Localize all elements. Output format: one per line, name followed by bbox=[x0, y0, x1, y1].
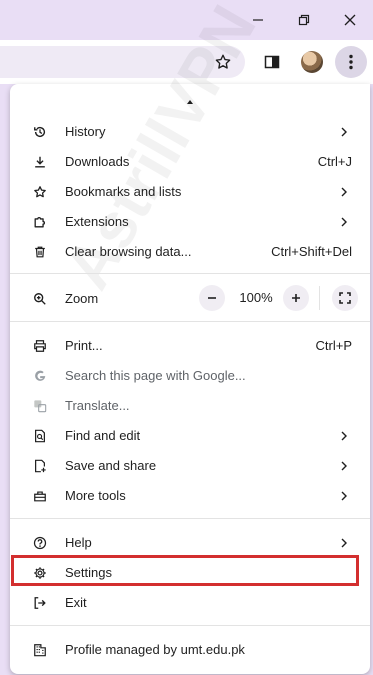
fullscreen-button[interactable] bbox=[332, 285, 358, 311]
chevron-right-icon bbox=[338, 430, 350, 442]
menu-item-label: Profile managed by umt.edu.pk bbox=[65, 642, 245, 657]
zoom-label: Zoom bbox=[65, 291, 99, 306]
separator bbox=[10, 273, 370, 274]
chevron-right-icon bbox=[338, 490, 350, 502]
menu-item-label: More tools bbox=[65, 488, 126, 503]
help-icon bbox=[32, 535, 48, 551]
more-vertical-icon bbox=[349, 54, 353, 70]
chrome-menu: AstrillVPN History Downloads Ctrl+J Book… bbox=[10, 0, 370, 674]
printer-icon bbox=[32, 338, 48, 354]
minus-icon bbox=[208, 297, 216, 299]
history-icon bbox=[32, 124, 48, 140]
restore-button[interactable] bbox=[290, 8, 318, 32]
trash-icon bbox=[32, 244, 48, 260]
building-icon bbox=[32, 642, 48, 658]
separator bbox=[10, 518, 370, 519]
restore-icon bbox=[298, 14, 310, 26]
settings-highlight-box bbox=[11, 555, 359, 586]
menu-item-search-page: Search this page with Google... bbox=[10, 361, 370, 391]
chevron-right-icon bbox=[338, 126, 350, 138]
menu-item-label: Translate... bbox=[65, 398, 130, 413]
menu-item-label: Save and share bbox=[65, 458, 157, 473]
menu-item-label: Clear browsing data... bbox=[65, 244, 192, 259]
menu-item-help[interactable]: Help bbox=[10, 528, 370, 558]
minimize-icon bbox=[253, 19, 263, 21]
save-icon bbox=[32, 458, 48, 474]
minimize-button[interactable] bbox=[244, 8, 272, 32]
bookmark-star-button[interactable] bbox=[207, 46, 239, 78]
zoom-icon bbox=[32, 291, 48, 307]
chevron-right-icon bbox=[338, 186, 350, 198]
menu-item-label: Bookmarks and lists bbox=[65, 184, 182, 199]
menu-item-label: Exit bbox=[65, 595, 87, 610]
zoom-level: 100% bbox=[239, 290, 273, 305]
menu-item-label: Extensions bbox=[65, 214, 129, 229]
menu-item-label: Search this page with Google... bbox=[65, 368, 246, 383]
menu-item-more-tools[interactable]: More tools bbox=[10, 481, 370, 511]
separator bbox=[10, 321, 370, 322]
shortcut-label: Ctrl+J bbox=[317, 154, 352, 169]
side-panel-button[interactable] bbox=[256, 46, 288, 78]
menu-item-exit[interactable]: Exit bbox=[10, 588, 370, 618]
title-bar bbox=[0, 0, 373, 40]
menu-item-label: Find and edit bbox=[65, 428, 141, 443]
exit-icon bbox=[32, 595, 48, 611]
toolbar bbox=[0, 40, 373, 84]
close-icon bbox=[344, 14, 356, 26]
menu-item-translate: Translate... bbox=[10, 391, 370, 421]
chevron-right-icon bbox=[338, 460, 350, 472]
translate-icon bbox=[32, 398, 48, 414]
menu-item-save-and-share[interactable]: Save and share bbox=[10, 451, 370, 481]
zoom-in-button[interactable] bbox=[283, 285, 309, 311]
fullscreen-icon bbox=[339, 292, 351, 304]
separator bbox=[10, 625, 370, 626]
menu-item-bookmarks[interactable]: Bookmarks and lists bbox=[10, 177, 370, 207]
download-icon bbox=[32, 154, 48, 170]
menu-item-clear-browsing-data[interactable]: Clear browsing data... Ctrl+Shift+Del bbox=[10, 237, 370, 267]
shortcut-label: Ctrl+Shift+Del bbox=[271, 244, 352, 259]
menu-item-print[interactable]: Print... Ctrl+P bbox=[10, 331, 370, 361]
toolbox-icon bbox=[32, 488, 48, 504]
menu-item-label: Print... bbox=[65, 338, 103, 353]
profile-button[interactable] bbox=[296, 46, 328, 78]
menu-item-label: Help bbox=[65, 535, 92, 550]
menu-item-label: Downloads bbox=[65, 154, 130, 169]
plus-icon bbox=[292, 294, 300, 302]
menu-item-history[interactable]: History bbox=[10, 117, 370, 147]
find-icon bbox=[32, 428, 48, 444]
zoom-divider bbox=[319, 286, 320, 310]
menu-item-extensions[interactable]: Extensions bbox=[10, 207, 370, 237]
menu-item-downloads[interactable]: Downloads Ctrl+J bbox=[10, 147, 370, 177]
avatar bbox=[301, 51, 323, 73]
zoom-out-button[interactable] bbox=[199, 285, 225, 311]
google-icon bbox=[32, 368, 48, 384]
chrome-menu-button[interactable] bbox=[335, 46, 367, 78]
chevron-right-icon bbox=[338, 216, 350, 228]
star-icon bbox=[32, 184, 48, 200]
menu-item-managed-profile[interactable]: Profile managed by umt.edu.pk bbox=[10, 635, 370, 665]
side-panel-icon bbox=[264, 55, 280, 69]
shortcut-label: Ctrl+P bbox=[315, 338, 352, 353]
chevron-right-icon bbox=[338, 537, 350, 549]
menu-caret bbox=[187, 100, 193, 104]
close-window-button[interactable] bbox=[336, 8, 364, 32]
menu-item-find-and-edit[interactable]: Find and edit bbox=[10, 421, 370, 451]
star-outline-icon bbox=[215, 54, 231, 69]
menu-item-label: History bbox=[65, 124, 106, 139]
puzzle-icon bbox=[32, 214, 48, 230]
menu-item-zoom: Zoom bbox=[10, 284, 370, 314]
